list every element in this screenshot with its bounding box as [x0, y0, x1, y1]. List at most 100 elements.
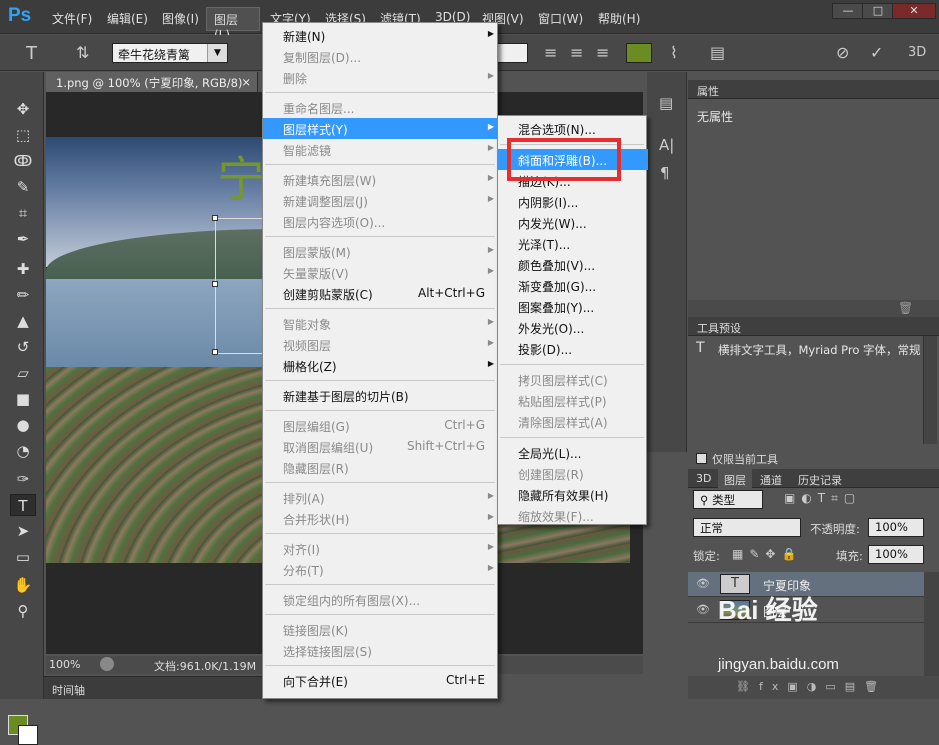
shape-tool-icon[interactable]: ▭ [10, 546, 36, 568]
menu-separator [500, 437, 644, 438]
close-button[interactable]: ✕ [892, 3, 936, 19]
menu-item-光泽T[interactable]: 光泽(T)... [498, 233, 648, 254]
menu-image[interactable]: 图像(I) [162, 10, 199, 27]
history-brush-tool-icon[interactable]: ↺ [10, 336, 36, 358]
crop-tool-icon[interactable]: ⌗ [10, 202, 36, 224]
menu-item-内阴影I[interactable]: 内阴影(I)... [498, 191, 648, 212]
trash-icon[interactable]: 🗑 [898, 301, 913, 315]
transform-handle[interactable] [212, 215, 218, 221]
text-layer-glyph[interactable]: 宁 [217, 140, 265, 210]
layers-footer-icons[interactable]: ⛓fx▣◑▭▤🗑 [688, 676, 939, 699]
menu-help[interactable]: 帮助(H) [598, 10, 640, 27]
move-tool-icon[interactable]: ✥ [10, 98, 36, 120]
maximize-button[interactable]: □ [862, 3, 894, 19]
cancel-icon[interactable]: ⊘ [836, 43, 849, 62]
menu-item-内发光W[interactable]: 内发光(W)... [498, 212, 648, 233]
menu-item-向下合并E[interactable]: 向下合并(E) Ctrl+E [263, 670, 499, 691]
gradient-tool-icon[interactable]: ■ [10, 388, 36, 410]
menu-item-混合选项N[interactable]: 混合选项(N)... [498, 118, 648, 139]
lock-icons[interactable]: ▦✎✥🔒 [732, 547, 802, 561]
text-orientation-icon[interactable]: ⇅ [76, 43, 89, 62]
document-tab[interactable]: 1.png @ 100% (宁夏印象, RGB/8) * × [46, 72, 258, 105]
menu-item-新建N[interactable]: 新建(N) ▶ [263, 25, 499, 46]
warp-text-icon[interactable]: ⌇ [670, 43, 678, 62]
paragraph-panel-icon[interactable]: ¶ [660, 164, 670, 182]
menu-item-渐变叠加G[interactable]: 渐变叠加(G)... [498, 275, 648, 296]
quick-select-tool-icon[interactable]: ✎ [10, 176, 36, 198]
lasso-tool-icon[interactable]: ↂ [10, 150, 36, 172]
align-left-icon[interactable]: ≡ [544, 43, 557, 62]
menu-item-栅格化Z[interactable]: 栅格化(Z) ▶ [263, 355, 499, 376]
history-panel-icon[interactable]: ▤ [659, 94, 673, 112]
properties-tab[interactable]: 属性 [697, 85, 719, 98]
tab-layers[interactable]: 图层 [718, 469, 752, 488]
close-tab-icon[interactable]: × [241, 75, 251, 89]
type-tool-icon[interactable]: T [10, 494, 36, 516]
eraser-tool-icon[interactable]: ▱ [10, 362, 36, 384]
submenu-arrow-icon: ▶ [487, 173, 494, 182]
menu-item-图层样式Y[interactable]: 图层样式(Y) ▶ [263, 118, 499, 139]
align-right-icon[interactable]: ≡ [596, 43, 609, 62]
current-tool-only-checkbox[interactable] [696, 453, 707, 464]
submenu-arrow-icon: ▶ [487, 245, 494, 254]
marquee-tool-icon[interactable]: ⬚ [10, 124, 36, 146]
eyedropper-tool-icon[interactable]: ✒ [10, 228, 36, 250]
menu-item-隐藏所有效果H[interactable]: 隐藏所有效果(H) [498, 484, 648, 505]
text-tool-icon[interactable]: T [26, 43, 37, 64]
menu-item-投影D[interactable]: 投影(D)... [498, 338, 648, 359]
tool-presets-tab[interactable]: 工具预设 [697, 322, 741, 335]
opacity-input[interactable]: 100% [868, 518, 924, 537]
hand-tool-icon[interactable]: ✋ [10, 574, 36, 596]
healing-brush-tool-icon[interactable]: ✚ [10, 258, 36, 280]
clone-stamp-tool-icon[interactable]: ▲ [10, 310, 36, 332]
layer-filter-icons[interactable]: ▣◐T⌗▢ [784, 491, 861, 506]
tool-presets-scrollbar[interactable] [923, 336, 937, 444]
pen-tool-icon[interactable]: ✑ [10, 468, 36, 490]
text-color-swatch[interactable] [626, 43, 652, 63]
minimize-button[interactable]: — [832, 3, 864, 19]
status-info-icon[interactable] [100, 657, 114, 671]
tab-history[interactable]: 历史记录 [798, 472, 842, 488]
character-panel-icon[interactable]: ▤ [710, 43, 725, 62]
eye-icon[interactable]: 👁 [696, 577, 710, 590]
font-family-select[interactable]: 牵牛花绕青篱 ▼ [112, 43, 228, 63]
menu-item-颜色叠加V[interactable]: 颜色叠加(V)... [498, 254, 648, 275]
3d-icon[interactable]: 3D [908, 45, 926, 60]
menu-item-外发光O[interactable]: 外发光(O)... [498, 317, 648, 338]
layer-filter-select[interactable]: ⚲ 类型 [693, 490, 763, 509]
fill-input[interactable]: 100% [868, 545, 924, 564]
menu-item-新建基于图层的切片B[interactable]: 新建基于图层的切片(B) [263, 385, 499, 406]
blur-tool-icon[interactable]: ● [10, 414, 36, 436]
menu-item-label: 隐藏所有效果(H) [518, 489, 609, 503]
background-color-swatch[interactable] [18, 725, 38, 745]
transform-handle[interactable] [212, 349, 218, 355]
brush-tool-icon[interactable]: ✏ [10, 284, 36, 306]
align-center-icon[interactable]: ≡ [570, 43, 583, 62]
character-panel-icon[interactable]: A| [659, 136, 674, 154]
doc-info: 文档:961.0K/1.19M [154, 660, 257, 673]
blend-mode-select[interactable]: 正常 [693, 518, 801, 537]
menu-item-创建剪贴蒙版C[interactable]: 创建剪贴蒙版(C) Alt+Ctrl+G [263, 283, 499, 304]
properties-footer: 🗑 [688, 300, 939, 318]
layers-scrollbar[interactable] [924, 572, 939, 676]
menu-window[interactable]: 窗口(W) [538, 10, 583, 27]
eye-icon[interactable]: 👁 [696, 603, 710, 616]
timeline-title[interactable]: 时间轴 [52, 684, 85, 697]
commit-icon[interactable]: ✓ [870, 43, 883, 62]
text-bounding-box[interactable] [212, 215, 263, 355]
menu-item-图案叠加Y[interactable]: 图案叠加(Y)... [498, 296, 648, 317]
font-size-select[interactable] [496, 43, 528, 63]
tab-3d[interactable]: 3D [696, 472, 711, 485]
menu-edit[interactable]: 编辑(E) [107, 10, 148, 27]
dodge-tool-icon[interactable]: ◔ [10, 440, 36, 462]
zoom-level[interactable]: 100% [49, 658, 80, 671]
menu-item-label: 排列(A) [283, 492, 325, 506]
menu-file[interactable]: 文件(F) [52, 10, 92, 27]
tab-channels[interactable]: 通道 [760, 472, 782, 488]
tool-preset-item[interactable]: 横排文字工具，Myriad Pro 字体，常规 [718, 342, 923, 358]
menu-layer[interactable]: 图层(L) [206, 7, 260, 42]
menu-item-全局光L[interactable]: 全局光(L)... [498, 442, 648, 463]
transform-handle[interactable] [212, 281, 218, 287]
zoom-tool-icon[interactable]: ⚲ [10, 600, 36, 622]
path-selection-tool-icon[interactable]: ➤ [10, 520, 36, 542]
